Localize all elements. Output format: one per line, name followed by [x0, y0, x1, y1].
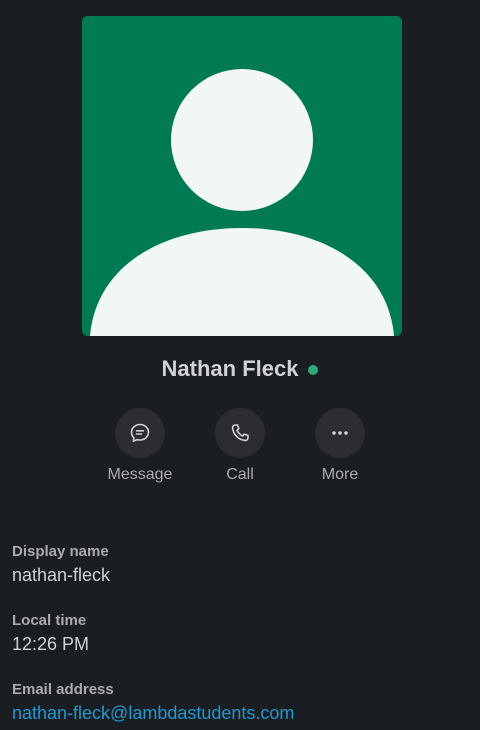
- call-button-circle[interactable]: [215, 408, 265, 458]
- email-label: Email address: [12, 681, 114, 698]
- email-link[interactable]: nathan-fleck@lambdastudents.com: [12, 703, 294, 723]
- message-icon: [130, 423, 150, 442]
- phone-icon: [231, 424, 249, 442]
- more-button[interactable]: More: [290, 408, 390, 484]
- display-name-value: nathan-fleck: [12, 565, 111, 585]
- local-time-field: Local time 12:26 PM: [12, 612, 89, 655]
- avatar[interactable]: [82, 16, 402, 336]
- more-icon: [332, 431, 348, 435]
- default-avatar-icon: [82, 16, 402, 336]
- email-field: Email address nathan-fleck@lambdastudent…: [12, 681, 294, 724]
- profile-name-row: Nathan Fleck: [0, 356, 480, 382]
- more-button-label: More: [321, 466, 359, 483]
- display-name-field: Display name nathan-fleck: [12, 543, 110, 586]
- local-time-label: Local time: [12, 612, 87, 629]
- local-time-value: 12:26 PM: [12, 634, 90, 654]
- profile-name: Nathan Fleck: [161, 356, 299, 381]
- message-button-label: Message: [107, 466, 173, 483]
- message-button[interactable]: Message: [90, 408, 190, 484]
- presence-active-indicator: [308, 365, 319, 375]
- profile-panel: Nathan Fleck Message Call More Display n…: [0, 0, 480, 730]
- display-name-label: Display name: [12, 543, 109, 560]
- message-button-circle[interactable]: [115, 408, 165, 458]
- profile-actions: Message Call More: [0, 408, 480, 484]
- call-button-label: Call: [226, 466, 254, 483]
- call-button[interactable]: Call: [190, 408, 290, 484]
- more-button-circle[interactable]: [315, 408, 365, 458]
